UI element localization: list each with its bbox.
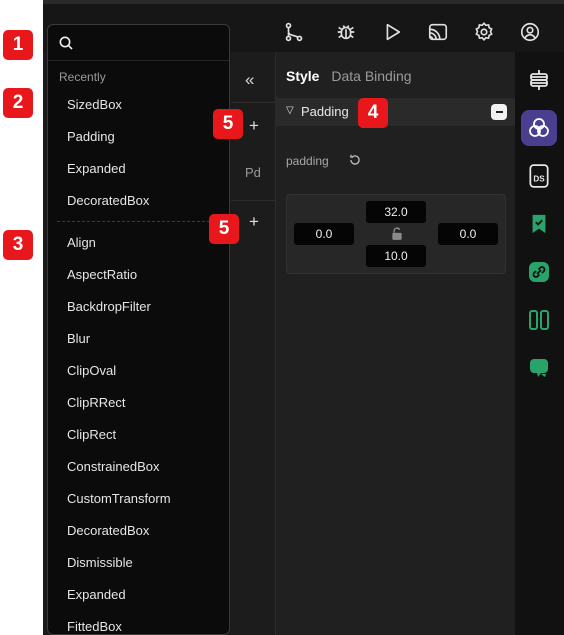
svg-text:DS: DS <box>533 174 545 183</box>
lock-icon[interactable] <box>390 227 404 246</box>
padding-widget-node[interactable]: Pd <box>245 165 261 180</box>
annotation-badge: 3 <box>3 230 33 260</box>
list-item[interactable]: Expanded <box>48 579 229 611</box>
remove-section-button[interactable] <box>491 104 507 120</box>
add-wrapper-button[interactable]: + <box>249 116 259 136</box>
padding-bottom-input[interactable]: 10.0 <box>366 245 426 267</box>
annotation-badge: 5 <box>209 214 239 244</box>
tab-style[interactable]: Style <box>286 68 319 84</box>
bug-icon[interactable] <box>334 20 358 44</box>
tab-data-binding[interactable]: Data Binding <box>331 68 411 84</box>
padding-right-input[interactable]: 0.0 <box>438 223 498 245</box>
list-item[interactable]: CustomTransform <box>48 483 229 515</box>
list-item[interactable]: FittedBox <box>48 611 229 634</box>
settings-icon[interactable] <box>472 20 496 44</box>
sliders-icon[interactable] <box>521 62 557 98</box>
account-icon[interactable] <box>518 20 542 44</box>
annotation-badge: 4 <box>358 98 388 128</box>
list-item[interactable]: ConstrainedBox <box>48 451 229 483</box>
right-toolbar: DS <box>515 52 564 635</box>
list-item[interactable]: ClipOval <box>48 355 229 387</box>
padding-top-input[interactable]: 32.0 <box>366 201 426 223</box>
list-item[interactable]: Padding <box>48 121 229 153</box>
annotation-badge: 1 <box>3 30 33 60</box>
link-icon[interactable] <box>521 254 557 290</box>
list-item[interactable]: Align <box>48 227 229 259</box>
list-item[interactable]: ClipRect <box>48 419 229 451</box>
list-item[interactable]: ClipRRect <box>48 387 229 419</box>
padding-editor: 32.0 0.0 0.0 10.0 <box>286 194 506 274</box>
list-divider <box>48 217 229 227</box>
bookmark-check-icon[interactable] <box>521 206 557 242</box>
collapse-triangle-icon[interactable]: ▽ <box>286 105 294 116</box>
list-item[interactable]: Expanded <box>48 153 229 185</box>
add-child-button[interactable]: + <box>249 212 259 232</box>
comment-icon[interactable] <box>521 350 557 386</box>
search-input[interactable] <box>82 31 222 55</box>
list-item[interactable]: DecoratedBox <box>48 515 229 547</box>
reset-icon[interactable] <box>348 153 362 172</box>
padding-left-input[interactable]: 0.0 <box>294 223 354 245</box>
padding-section-header[interactable]: ▽ Padding <box>276 98 516 126</box>
collapse-panel-icon[interactable]: « <box>245 70 254 90</box>
section-title: Padding <box>301 104 349 119</box>
list-item[interactable]: SizedBox <box>48 89 229 121</box>
cast-icon[interactable] <box>426 20 450 44</box>
list-item[interactable]: BackdropFilter <box>48 291 229 323</box>
panel-tabs: Style Data Binding <box>286 68 412 84</box>
widget-tree-column: « + Pd + <box>231 52 275 635</box>
columns-icon[interactable] <box>521 302 557 338</box>
widget-list: SizedBox Padding Expanded DecoratedBox A… <box>48 89 229 634</box>
annotation-badge: 2 <box>3 88 33 118</box>
search-icon <box>58 35 74 56</box>
recently-label: Recently <box>59 70 106 84</box>
list-item[interactable]: Dismissible <box>48 547 229 579</box>
annotation-badge: 5 <box>213 109 243 139</box>
padding-property-label: padding <box>286 154 329 168</box>
list-item[interactable]: DecoratedBox <box>48 185 229 217</box>
layers-icon[interactable] <box>521 110 557 146</box>
list-item[interactable]: Blur <box>48 323 229 355</box>
play-icon[interactable] <box>380 20 404 44</box>
search-bar <box>48 25 229 61</box>
branch-icon[interactable] <box>282 20 306 44</box>
list-item[interactable]: AspectRatio <box>48 259 229 291</box>
ds-icon[interactable]: DS <box>521 158 557 194</box>
properties-panel: Style Data Binding ▽ Padding padding 32.… <box>275 52 516 635</box>
widget-picker-dropdown: Recently SizedBox Padding Expanded Decor… <box>47 24 230 635</box>
